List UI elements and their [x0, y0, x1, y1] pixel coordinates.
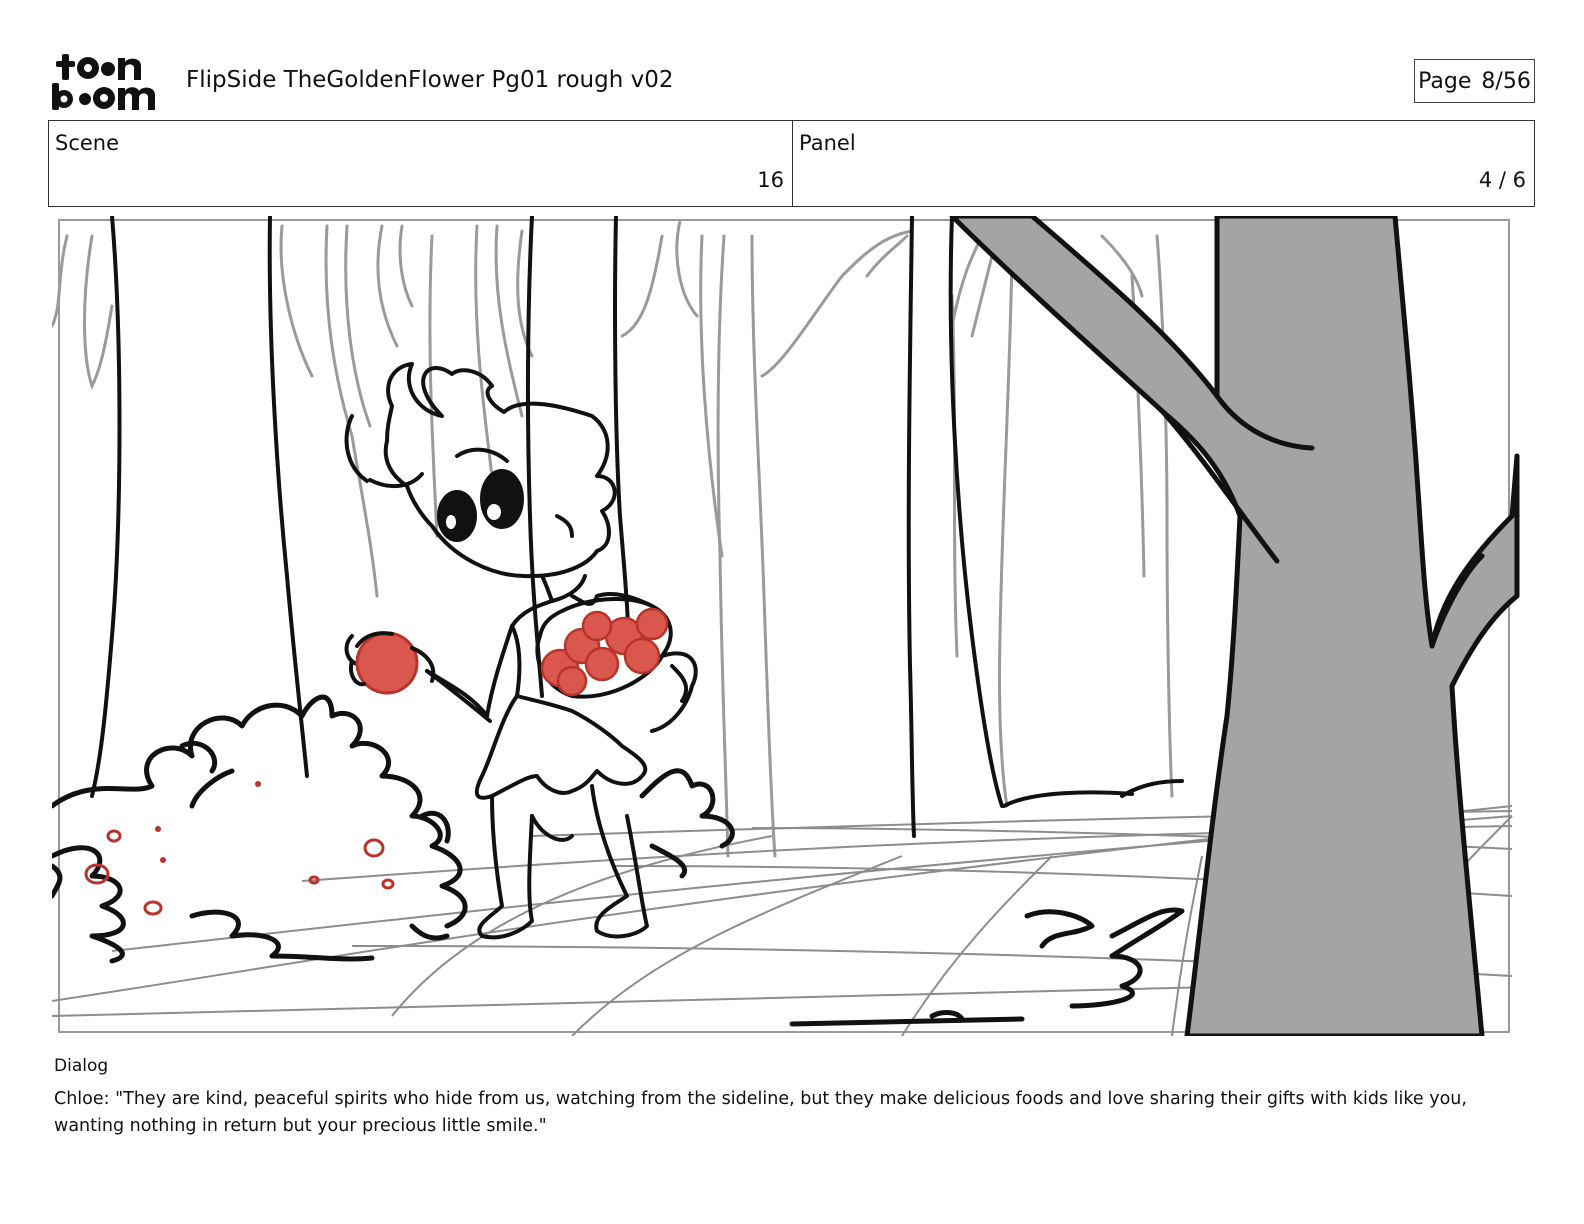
left-bush	[52, 694, 468, 964]
page-label: Page	[1418, 68, 1472, 94]
dialog-text: Chloe: "They are kind, peaceful spirits …	[54, 1089, 1467, 1136]
storyboard-panel-image	[52, 216, 1520, 1036]
toonboom-logo	[52, 54, 155, 110]
background-trees	[52, 219, 1174, 858]
page-number: 8/56	[1481, 68, 1531, 94]
character-eye-left	[437, 490, 477, 542]
fallen-berries	[84, 829, 395, 916]
scene-panel-table: Scene 16 Panel 4 / 6	[48, 120, 1535, 207]
basket-fruits	[540, 607, 669, 697]
page-indicator: Page 8/56	[1414, 59, 1535, 103]
foreground-trunks	[90, 216, 1184, 838]
panel-number: 4 / 6	[1478, 168, 1526, 192]
panel-cell: Panel 4 / 6	[793, 121, 1534, 206]
panel-label: Panel	[799, 131, 856, 155]
scene-label: Scene	[55, 131, 120, 155]
scene-cell: Scene 16	[49, 121, 793, 206]
dialog-label: Dialog	[54, 1056, 109, 1076]
character-eye-right	[480, 469, 524, 529]
scene-number: 16	[757, 168, 784, 192]
document-title: FlipSide TheGoldenFlower Pg01 rough v02	[186, 67, 674, 93]
